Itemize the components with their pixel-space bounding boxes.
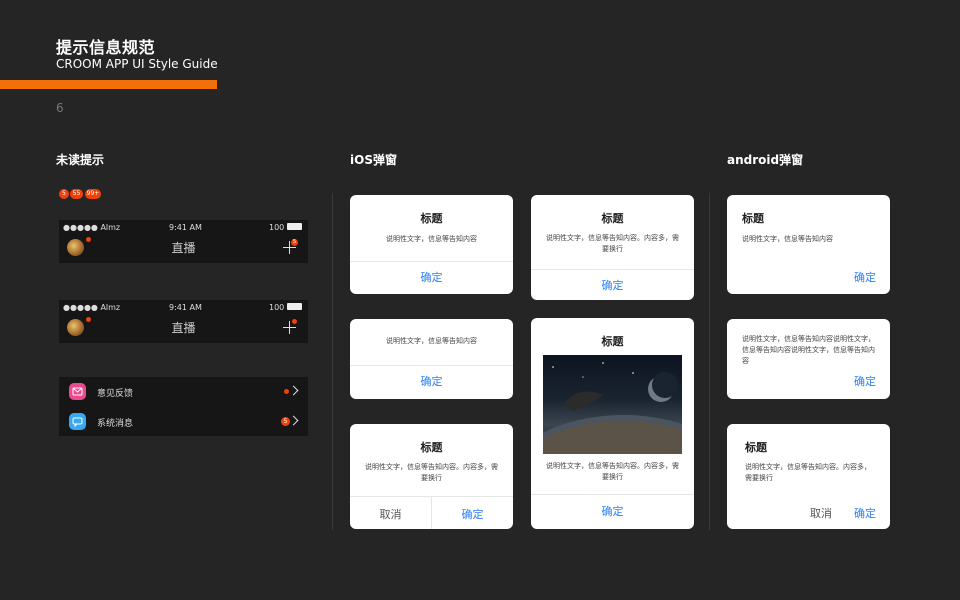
cancel-button[interactable]: 取消 bbox=[810, 505, 832, 521]
dialog-body: 说明性文字，信息等告知内容 bbox=[386, 235, 477, 243]
confirm-button[interactable]: 确定 bbox=[531, 503, 694, 519]
section-title-ios: iOS弹窗 bbox=[350, 153, 397, 167]
chat-icon bbox=[69, 413, 86, 430]
section-title-android: android弹窗 bbox=[727, 153, 804, 167]
confirm-button[interactable]: 确定 bbox=[350, 373, 513, 389]
ios-dialog-with-image: 标题 说明性文字，信息等告知内容。内容多，需要换行 确定 bbox=[531, 318, 694, 529]
dialog-separator bbox=[350, 261, 513, 262]
confirm-button[interactable]: 确定 bbox=[854, 505, 876, 521]
android-dialog-two-buttons: 标题 说明性文字，信息等告知内容。内容多，需要换行 取消 确定 bbox=[727, 424, 890, 529]
dialog-title: 标题 bbox=[601, 335, 624, 348]
android-dialog-basic: 标题 说明性文字，信息等告知内容 确定 bbox=[727, 195, 890, 294]
list-item-label: 系统消息 bbox=[97, 419, 134, 429]
message-list: 意见反馈 系统消息 5 bbox=[59, 377, 308, 436]
list-item-label: 意见反馈 bbox=[97, 389, 134, 399]
dialog-title: 标题 bbox=[742, 212, 764, 225]
plus-unread-dot bbox=[292, 319, 297, 324]
chevron-right-icon bbox=[288, 385, 299, 396]
mail-icon bbox=[69, 383, 86, 400]
page-number: 6 bbox=[56, 101, 64, 115]
list-item-feedback[interactable]: 意见反馈 bbox=[59, 377, 308, 406]
battery-level: 100 bbox=[269, 223, 285, 232]
confirm-button[interactable]: 确定 bbox=[432, 506, 513, 522]
confirm-button[interactable]: 确定 bbox=[854, 269, 876, 285]
ios-dialog-basic: 标题 说明性文字，信息等告知内容 确定 bbox=[350, 195, 513, 294]
list-item-system-messages[interactable]: 系统消息 5 bbox=[59, 407, 308, 436]
dialog-image bbox=[543, 355, 682, 454]
battery-icon bbox=[287, 223, 302, 230]
accent-bar bbox=[0, 80, 217, 89]
cancel-button[interactable]: 取消 bbox=[350, 506, 431, 522]
column-divider bbox=[332, 193, 333, 530]
section-title-unread: 未读提示 bbox=[56, 153, 105, 167]
dialog-body: 说明性文字，信息等告知内容说明性文字，信息等告知内容说明性文字，信息等告知内容 bbox=[742, 335, 875, 365]
page-subtitle: CROOM APP UI Style Guide bbox=[56, 57, 218, 71]
ios-dialog-no-title: 说明性文字，信息等告知内容 确定 bbox=[350, 319, 513, 399]
confirm-button[interactable]: 确定 bbox=[531, 277, 694, 293]
dialog-title: 标题 bbox=[420, 441, 443, 454]
phone-nav-bar-with-badge: ●●●●● Almz 9:41 AM 100 直播 5 bbox=[59, 220, 308, 263]
android-dialog-no-title: 说明性文字，信息等告知内容说明性文字，信息等告知内容说明性文字，信息等告知内容 … bbox=[727, 319, 890, 399]
dialog-title: 标题 bbox=[420, 212, 443, 225]
dialog-title: 标题 bbox=[745, 441, 767, 454]
dialog-body: 说明性文字，信息等告知内容 bbox=[742, 235, 833, 243]
dialog-body: 说明性文字，信息等告知内容。内容多，需要换行 bbox=[546, 234, 679, 253]
badge-double-digit: 55 bbox=[70, 189, 83, 199]
status-bar: ●●●●● Almz 9:41 AM 100 bbox=[59, 303, 308, 315]
column-divider bbox=[709, 193, 710, 530]
battery-icon bbox=[287, 303, 302, 310]
nav-title: 直播 bbox=[171, 241, 196, 255]
dialog-body: 说明性文字，信息等告知内容。内容多，需要换行 bbox=[546, 462, 679, 481]
confirm-button[interactable]: 确定 bbox=[854, 373, 876, 389]
nav-title: 直播 bbox=[171, 321, 196, 335]
dialog-separator bbox=[531, 269, 694, 270]
status-time: 9:41 AM bbox=[169, 303, 202, 312]
dialog-body: 说明性文字，信息等告知内容 bbox=[386, 337, 477, 345]
battery-level: 100 bbox=[269, 303, 285, 312]
ios-dialog-two-buttons: 标题 说明性文字，信息等告知内容。内容多，需要换行 取消 确定 bbox=[350, 424, 513, 529]
chevron-right-icon bbox=[288, 415, 299, 426]
dialog-separator bbox=[531, 494, 694, 495]
badge-single-digit: 5 bbox=[59, 189, 69, 199]
phone-nav-bar-with-dot: ●●●●● Almz 9:41 AM 100 直播 bbox=[59, 300, 308, 343]
status-time: 9:41 AM bbox=[169, 223, 202, 232]
page-title: 提示信息规范 bbox=[56, 38, 156, 57]
dialog-separator bbox=[350, 365, 513, 366]
carrier-signal: ●●●●● Almz bbox=[63, 303, 121, 312]
plus-badge: 5 bbox=[291, 239, 298, 246]
ios-dialog-multiline: 标题 说明性文字，信息等告知内容。内容多，需要换行 确定 bbox=[531, 195, 694, 300]
confirm-button[interactable]: 确定 bbox=[350, 269, 513, 285]
badge-overflow: 99+ bbox=[85, 189, 101, 199]
dialog-body: 说明性文字，信息等告知内容。内容多，需要换行 bbox=[745, 463, 871, 482]
status-bar: ●●●●● Almz 9:41 AM 100 bbox=[59, 223, 308, 235]
dialog-title: 标题 bbox=[601, 212, 624, 225]
dialog-body: 说明性文字，信息等告知内容。内容多，需要换行 bbox=[365, 463, 498, 482]
carrier-signal: ●●●●● Almz bbox=[63, 223, 121, 232]
